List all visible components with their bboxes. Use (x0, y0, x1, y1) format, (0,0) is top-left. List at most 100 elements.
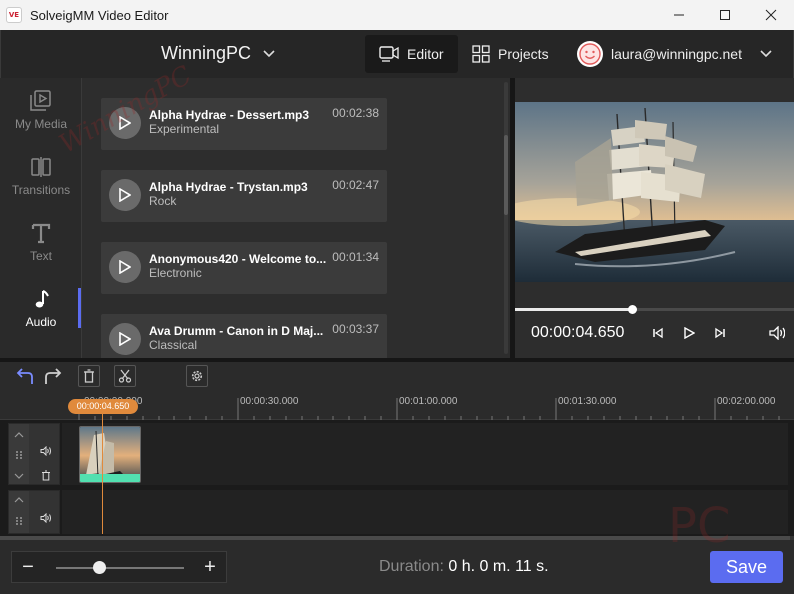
zoom-slider-handle[interactable] (93, 561, 106, 574)
play-button[interactable] (681, 325, 697, 341)
speaker-icon[interactable] (40, 446, 52, 456)
track-genre: Electronic (149, 266, 202, 280)
nav-label: Text (29, 249, 52, 263)
timeline-toolbar (0, 362, 794, 394)
left-navigation: My Media Transitions Text Audio (0, 78, 82, 358)
seek-bar-progress (515, 308, 632, 311)
seek-handle[interactable] (628, 305, 637, 314)
playhead-line[interactable] (102, 414, 103, 534)
track-duration: 00:02:47 (332, 178, 379, 192)
track-title: Alpha Hydrae - Dessert.mp3 (149, 108, 310, 122)
audio-track-header (8, 490, 60, 534)
delete-button[interactable] (78, 365, 100, 387)
step-back-icon (653, 327, 663, 339)
tab-projects[interactable]: Projects (458, 35, 563, 73)
volume-button[interactable] (769, 325, 785, 341)
chevron-down-icon[interactable] (14, 472, 24, 480)
grid-icon (472, 45, 490, 63)
next-frame-button[interactable] (712, 325, 728, 341)
ruler-label: 00:01:00.000 (399, 396, 458, 407)
save-button[interactable]: Save (710, 551, 783, 583)
chevron-up-icon[interactable] (14, 496, 24, 504)
track-duration: 00:03:37 (332, 322, 379, 336)
trash-icon[interactable] (41, 470, 51, 481)
maximize-button[interactable] (702, 0, 748, 30)
playhead-timecode[interactable]: 00:00:04.650 (68, 399, 138, 414)
zoom-in-button[interactable]: + (194, 552, 226, 582)
track-duration: 00:02:38 (332, 106, 379, 120)
track-title: Ava Drumm - Canon in D Maj... (149, 324, 324, 338)
video-preview[interactable] (515, 102, 794, 282)
ruler-label: 00:00:30.000 (240, 396, 299, 407)
timeline-settings-button[interactable] (186, 365, 208, 387)
play-button[interactable] (109, 179, 141, 211)
project-selector[interactable]: WinningPC (161, 43, 275, 64)
duration-label: Duration: (379, 558, 444, 575)
music-note-icon (35, 290, 49, 308)
nav-item-my-media[interactable]: My Media (0, 90, 82, 131)
play-icon (119, 260, 131, 274)
app-header: WinningPC Editor Projects laura@winningp… (0, 30, 794, 78)
media-list-scroll-thumb[interactable] (504, 135, 508, 215)
step-forward-icon (715, 327, 725, 339)
undo-button[interactable] (14, 365, 36, 387)
video-track[interactable] (62, 423, 788, 485)
zoom-out-button[interactable]: − (12, 552, 44, 582)
play-button[interactable] (109, 251, 141, 283)
play-icon (684, 327, 695, 339)
close-icon (765, 9, 777, 21)
drag-handle-icon[interactable] (15, 516, 23, 526)
clip-audio-bar (80, 474, 140, 482)
track-duration: 00:01:34 (332, 250, 379, 264)
speaker-icon[interactable] (40, 513, 52, 523)
audio-track[interactable] (62, 490, 788, 534)
media-list-scrollbar[interactable] (504, 82, 508, 354)
audio-library-list: Alpha Hydrae - Dessert.mp3 Experimental … (82, 78, 510, 358)
list-item[interactable]: Alpha Hydrae - Dessert.mp3 Experimental … (101, 98, 387, 150)
ruler-label: 00:02:00.000 (717, 396, 776, 407)
play-icon (119, 332, 131, 346)
minimize-button[interactable] (656, 0, 702, 30)
maximize-icon (720, 10, 730, 20)
list-item[interactable]: Alpha Hydrae - Trystan.mp3 Rock 00:02:47 (101, 170, 387, 222)
chevron-down-icon (760, 50, 772, 58)
text-icon (31, 223, 51, 244)
split-button[interactable] (114, 365, 136, 387)
undo-icon (16, 368, 33, 384)
app-logo-icon: VE (6, 7, 22, 23)
nav-item-transitions[interactable]: Transitions (0, 156, 82, 197)
nav-label: Audio (25, 315, 57, 329)
tab-projects-label: Projects (498, 46, 549, 62)
redo-button[interactable] (42, 365, 64, 387)
timeline-video-clip[interactable] (79, 426, 141, 483)
play-icon (119, 188, 131, 202)
media-icon (30, 90, 51, 111)
play-button[interactable] (109, 323, 141, 355)
gear-icon (191, 370, 203, 382)
nav-item-text[interactable]: Text (0, 222, 82, 263)
transitions-icon (31, 157, 51, 177)
user-menu[interactable]: laura@winningpc.net (577, 41, 772, 67)
list-item[interactable]: Ava Drumm - Canon in D Maj... Classical … (101, 314, 387, 358)
scissors-icon (118, 369, 132, 383)
nav-item-audio[interactable]: Audio (0, 288, 82, 329)
smiley-icon (579, 43, 601, 65)
trash-icon (84, 369, 94, 383)
project-duration: Duration: 0 h. 0 m. 11 s. (379, 558, 549, 576)
zoom-slider[interactable] (56, 567, 184, 569)
footer-bar: − + Duration: 0 h. 0 m. 11 s. Save (0, 540, 794, 594)
duration-value: 0 h. 0 m. 11 s. (448, 558, 549, 575)
current-timecode: 00:00:04.650 (531, 324, 625, 341)
drag-handle-icon[interactable] (15, 450, 23, 460)
tab-editor[interactable]: Editor (365, 35, 458, 73)
play-button[interactable] (109, 107, 141, 139)
window-title: SolveigMM Video Editor (30, 7, 169, 23)
previous-frame-button[interactable] (650, 325, 666, 341)
track-title: Anonymous420 - Welcome to... (149, 252, 327, 266)
redo-icon (45, 368, 62, 384)
close-button[interactable] (748, 0, 794, 30)
nav-label: My Media (14, 117, 67, 131)
track-genre: Rock (149, 194, 177, 208)
chevron-up-icon[interactable] (14, 431, 24, 439)
list-item[interactable]: Anonymous420 - Welcome to... Electronic … (101, 242, 387, 294)
